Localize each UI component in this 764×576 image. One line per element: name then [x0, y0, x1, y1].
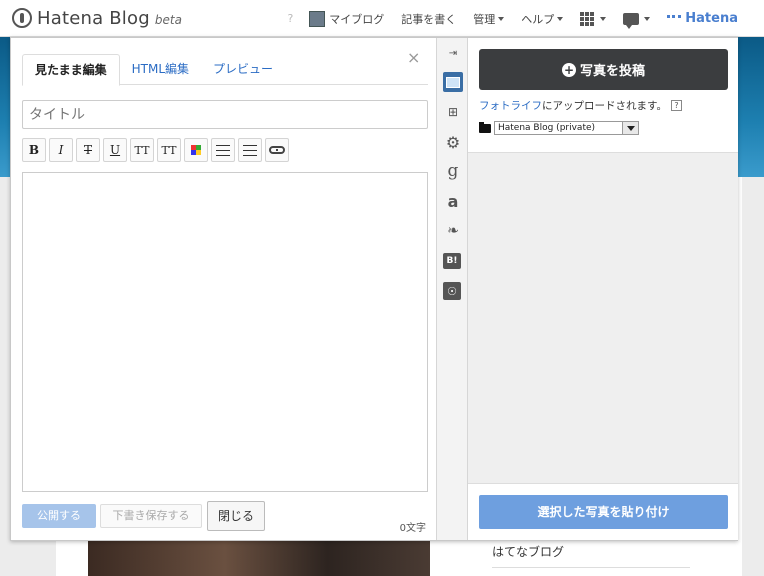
blog-entry-photo	[88, 540, 430, 576]
chevron-down-icon	[557, 16, 564, 21]
logo-text: Hatena Blog	[37, 7, 150, 29]
hatena-brand-label: Hatena	[685, 11, 738, 26]
fotolife-link[interactable]: フォトライフ	[479, 98, 542, 113]
link-button[interactable]	[265, 138, 289, 162]
strikethrough-button[interactable]: T	[76, 138, 100, 162]
chevron-down-icon	[498, 16, 505, 21]
hatena-brand-link[interactable]: Hatena	[667, 11, 738, 26]
hatena-blog-logo[interactable]: Hatena Blog beta	[12, 6, 182, 30]
upload-photo-label: 写真を投稿	[579, 64, 645, 79]
photo-icon[interactable]	[443, 72, 463, 92]
hatena-bookmark-icon[interactable]: B!	[443, 253, 461, 269]
italic-button[interactable]: I	[49, 138, 73, 162]
side-icon-strip: ⇥ ⊞ ⚙ g a ❧ B! ☉	[436, 38, 468, 540]
logo-beta: beta	[154, 13, 182, 27]
font-size-up-button[interactable]: TT	[130, 138, 154, 162]
grid-icon	[580, 11, 595, 26]
sidebar-divider	[492, 567, 690, 568]
plus-circle-icon: +	[561, 62, 576, 77]
font-size-up-label: TT	[134, 143, 150, 157]
album-select-value: Hatena Blog (private)	[498, 123, 596, 133]
upload-photo-button[interactable]: + 写真を投稿	[479, 49, 728, 90]
hatena-dots-icon	[667, 14, 682, 23]
numbered-list-icon	[243, 144, 257, 156]
twitter-icon[interactable]: ❧	[443, 221, 463, 241]
apps-menu[interactable]	[580, 11, 607, 26]
numbered-list-button[interactable]	[238, 138, 262, 162]
close-icon[interactable]: ×	[407, 48, 420, 67]
save-draft-button[interactable]: 下書き保存する	[100, 504, 202, 528]
text-color-button[interactable]	[184, 138, 208, 162]
upload-note: フォトライフ にアップロードされます。 ?	[479, 98, 682, 113]
my-blog-link[interactable]: マイブログ	[309, 10, 385, 27]
body-editor[interactable]	[22, 172, 428, 492]
font-size-down-button[interactable]: TT	[157, 138, 181, 162]
manage-menu[interactable]: 管理	[473, 11, 505, 27]
close-button[interactable]: 閉じる	[207, 501, 265, 531]
tab-wysiwyg[interactable]: 見たまま編集	[22, 54, 120, 86]
bullet-list-button[interactable]	[211, 138, 235, 162]
my-blog-label: マイブログ	[329, 12, 385, 26]
help-question-icon[interactable]: ?	[287, 12, 293, 25]
folder-icon	[479, 121, 491, 133]
font-size-down-label: TT	[161, 143, 177, 157]
chevron-down-icon	[622, 122, 638, 134]
editor-main: 見たまま編集 HTML編集 プレビュー × B I T U TT TT	[11, 38, 436, 540]
photo-paste-area: 選択した写真を貼り付け	[468, 483, 738, 540]
format-toolbar: B I T U TT TT	[22, 138, 292, 162]
upload-note-text: にアップロードされます。	[542, 100, 667, 112]
bullet-list-icon	[216, 144, 230, 156]
help-menu[interactable]: ヘルプ	[521, 11, 564, 27]
google-icon[interactable]: g	[443, 161, 463, 181]
underline-button[interactable]: U	[103, 138, 127, 162]
char-count: 0文字	[399, 523, 426, 534]
manage-label: 管理	[473, 12, 496, 26]
top-nav: ? マイブログ 記事を書く 管理 ヘルプ Hatena	[287, 0, 738, 37]
publish-button[interactable]: 公開する	[22, 504, 96, 528]
robot-icon[interactable]: ☉	[443, 282, 461, 300]
gear-icon[interactable]: ⚙	[443, 132, 463, 152]
paste-selected-photos-button[interactable]: 選択した写真を貼り付け	[479, 495, 728, 529]
editor-tabs: 見たまま編集 HTML編集 プレビュー	[22, 54, 428, 86]
title-input[interactable]	[22, 100, 428, 129]
folder-tree-icon[interactable]: ⊞	[443, 102, 463, 122]
photo-upload-area: + 写真を投稿 フォトライフ にアップロードされます。 ? Hatena Blo…	[468, 38, 738, 153]
sidebar-blog-link[interactable]: はてなブログ	[492, 543, 564, 560]
amazon-icon[interactable]: a	[443, 191, 463, 211]
write-article-label: 記事を書く	[401, 12, 457, 26]
chevron-down-icon	[600, 16, 607, 21]
hatena-blog-logo-icon	[12, 8, 32, 28]
tab-html[interactable]: HTML編集	[120, 54, 201, 85]
chevron-down-icon	[644, 16, 651, 21]
write-article-link[interactable]: 記事を書く	[401, 11, 456, 27]
help-label: ヘルプ	[521, 12, 555, 26]
color-palette-icon	[191, 145, 201, 155]
photo-panel: + 写真を投稿 フォトライフ にアップロードされます。 ? Hatena Blo…	[468, 38, 738, 540]
tab-preview[interactable]: プレビュー	[201, 54, 285, 85]
bold-button[interactable]: B	[22, 138, 46, 162]
help-icon[interactable]: ?	[670, 100, 682, 111]
global-header: Hatena Blog beta ? マイブログ 記事を書く 管理 ヘルプ Ha…	[0, 0, 764, 37]
album-select[interactable]: Hatena Blog (private)	[494, 121, 639, 135]
collapse-icon[interactable]: ⇥	[443, 43, 463, 63]
link-icon	[269, 146, 285, 154]
blog-icon	[309, 10, 326, 27]
album-selector: Hatena Blog (private)	[479, 121, 639, 135]
editor-panel: 見たまま編集 HTML編集 プレビュー × B I T U TT TT	[10, 37, 738, 541]
notifications-menu[interactable]	[623, 12, 651, 29]
speech-bubble-icon	[623, 12, 640, 29]
